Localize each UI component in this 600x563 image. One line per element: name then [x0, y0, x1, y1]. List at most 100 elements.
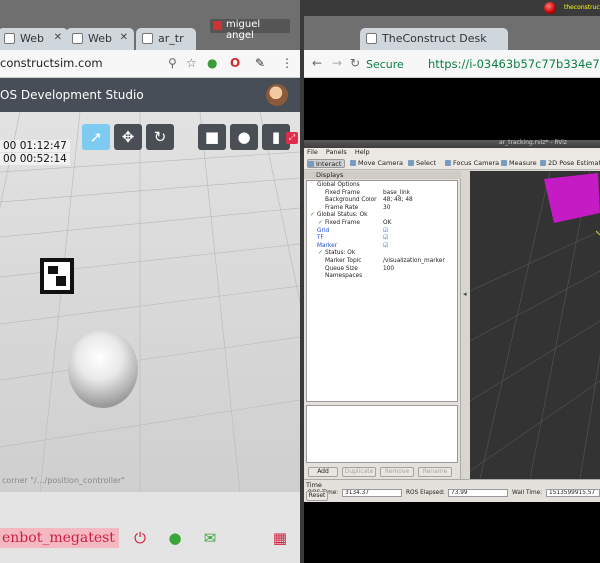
- tree-key: Background Color: [325, 197, 377, 204]
- record-indicator-icon[interactable]: [544, 2, 556, 14]
- page-icon: [4, 33, 15, 44]
- display-tree-row[interactable]: Global Status: Ok ✓: [307, 212, 457, 220]
- tree-value[interactable]: OK: [383, 220, 391, 226]
- tree-value[interactable]: ☑: [383, 235, 388, 241]
- select-tool[interactable]: Select: [408, 159, 436, 168]
- rename-button[interactable]: Rename: [418, 467, 452, 477]
- left-address-bar[interactable]: constructsim.com ⚲ ☆ ● O ✎ ⋮: [0, 50, 300, 78]
- tree-value[interactable]: 30: [383, 205, 390, 211]
- display-tree-row[interactable]: Marker Topic/visualization_marker: [307, 258, 457, 266]
- close-tab-icon[interactable]: ✕: [54, 32, 62, 43]
- right-tab-1[interactable]: TheConstruct Desk: [360, 28, 508, 50]
- floor-grid: [0, 112, 300, 492]
- ar-marker-object[interactable]: [40, 258, 74, 294]
- display-tree-row[interactable]: TF ☑: [307, 235, 457, 243]
- info-icon[interactable]: ●: [165, 528, 185, 548]
- tree-value[interactable]: ☑: [383, 228, 388, 234]
- add-display-button[interactable]: Add: [308, 467, 338, 477]
- left-tab-1[interactable]: Web ✕: [0, 28, 68, 50]
- left-tab-3[interactable]: ar_tr: [136, 28, 196, 50]
- tree-value[interactable]: /visualization_marker: [383, 258, 445, 264]
- wall-time-field[interactable]: 1513599915.57: [546, 489, 600, 497]
- tree-key: Namespaces: [325, 273, 363, 280]
- menu-panels[interactable]: Panels: [326, 148, 347, 156]
- sphere-shape-button[interactable]: ●: [230, 124, 258, 150]
- remote-desktop-background: [304, 78, 600, 140]
- search-icon[interactable]: ⚲: [168, 56, 177, 70]
- grid-icon: [142, 33, 153, 44]
- right-address-bar[interactable]: ← → ↻ Secure https://i-03463b57c77b334e7…: [304, 50, 600, 78]
- measure-tool[interactable]: Measure: [501, 159, 537, 168]
- profile-name[interactable]: miguel angel: [210, 19, 290, 41]
- display-tree-row[interactable]: Global Options: [307, 182, 457, 190]
- displays-tree[interactable]: Global Options Fixed Frame base_link Backgr…: [306, 180, 458, 402]
- ros-elapsed-field[interactable]: 73.99: [448, 489, 508, 497]
- right-browser-window: TheConstruct Desk ← → ↻ Secure https://i…: [304, 16, 600, 563]
- splitter-handle[interactable]: ◂: [463, 290, 469, 300]
- star-icon[interactable]: ☆: [186, 56, 197, 70]
- menu-help[interactable]: Help: [355, 148, 370, 156]
- dropper-icon[interactable]: ✎: [255, 56, 265, 70]
- expand-icon[interactable]: ⤢: [286, 132, 298, 144]
- avatar[interactable]: [266, 84, 288, 106]
- desktop-logo: theconstruct: [564, 4, 600, 11]
- apps-grid-icon[interactable]: ▦: [270, 528, 290, 548]
- tree-key: Marker Topic: [325, 258, 362, 264]
- power-icon[interactable]: ⏻: [130, 528, 150, 548]
- extension-green-icon[interactable]: ●: [207, 56, 217, 70]
- robot-name[interactable]: enbot_megatest: [0, 528, 119, 548]
- pointer-tool-button[interactable]: ➚: [82, 124, 110, 150]
- back-icon[interactable]: ←: [312, 56, 322, 70]
- chat-icon[interactable]: ✉: [200, 528, 220, 548]
- display-tree-row[interactable]: Grid ☑: [307, 228, 457, 236]
- opera-extension-icon[interactable]: O: [230, 56, 240, 70]
- duplicate-button[interactable]: Duplicate: [342, 467, 376, 477]
- display-tree-row[interactable]: Marker ☑: [307, 243, 457, 251]
- ros-time-field[interactable]: 3134.37: [342, 489, 402, 497]
- ok-check-icon: ✓: [318, 220, 323, 226]
- display-tree-row[interactable]: Namespaces: [307, 273, 457, 281]
- display-tree-row[interactable]: Queue Size 100: [307, 266, 457, 274]
- box-shape-button[interactable]: ■: [198, 124, 226, 150]
- rviz-toolbar: Interact Move Camera Select Focus Camera…: [304, 157, 600, 170]
- reset-button[interactable]: Reset: [306, 491, 328, 501]
- remove-button[interactable]: Remove: [380, 467, 414, 477]
- menu-icon[interactable]: ⋮: [281, 56, 293, 70]
- gazebo-sim-view[interactable]: 00 01:12:47 00 00:52:14 ➚ ✥ ↻ ■ ● ▮ ⤢ co…: [0, 112, 300, 492]
- url-text[interactable]: https://i-03463b57c77b334e7.robot: [428, 57, 600, 71]
- forward-icon[interactable]: →: [332, 56, 342, 70]
- real-time: 00 00:52:14: [0, 153, 70, 165]
- time-panel: Time ROS Time: 3134.37 ROS Elapsed: 73.9…: [304, 479, 600, 502]
- display-tree-row[interactable]: Fixed Frame OK ✓: [307, 220, 457, 228]
- page-icon: [72, 33, 83, 44]
- sim-time: 00 01:12:47: [0, 140, 70, 152]
- tree-value[interactable]: 100: [383, 266, 394, 272]
- left-browser-window: Web ✕ Web ✕ ar_tr miguel angel construct…: [0, 16, 300, 563]
- rviz-window: ar_tracking.rviz* - RViz File Panels Help …: [304, 139, 600, 502]
- url-text[interactable]: constructsim.com: [0, 56, 103, 70]
- display-tree-row[interactable]: Status: Ok ✓: [307, 250, 457, 258]
- move-tool-button[interactable]: ✥: [114, 124, 142, 150]
- sphere-object[interactable]: [68, 330, 138, 408]
- left-tab-2[interactable]: Web ✕: [66, 28, 134, 50]
- marker-plane: [544, 173, 600, 223]
- reload-icon[interactable]: ↻: [350, 56, 360, 70]
- secure-badge[interactable]: Secure: [366, 58, 404, 71]
- tree-value[interactable]: base_link: [383, 190, 410, 196]
- move-camera-tool[interactable]: Move Camera: [350, 159, 403, 168]
- close-tab-icon[interactable]: ✕: [120, 32, 128, 43]
- 3d-scene: [470, 171, 600, 479]
- tree-key: Global Status: Ok: [317, 212, 368, 219]
- display-tree-row[interactable]: Fixed Frame base_link: [307, 190, 457, 198]
- tree-value[interactable]: ☑: [383, 243, 388, 249]
- interact-tool[interactable]: Interact: [307, 159, 346, 168]
- rotate-tool-button[interactable]: ↻: [146, 124, 174, 150]
- display-tree-row[interactable]: Frame Rate 30: [307, 205, 457, 213]
- sim-status-text: corner "/…/position_controller": [2, 476, 125, 485]
- pose-estimate-tool[interactable]: 2D Pose Estimate: [540, 159, 600, 168]
- menu-file[interactable]: File: [307, 148, 318, 156]
- tree-value[interactable]: 48; 48; 48: [383, 197, 413, 203]
- rviz-3d-view[interactable]: [470, 171, 600, 479]
- display-tree-row[interactable]: Background Color 48; 48; 48: [307, 197, 457, 205]
- focus-camera-tool[interactable]: Focus Camera: [445, 159, 499, 168]
